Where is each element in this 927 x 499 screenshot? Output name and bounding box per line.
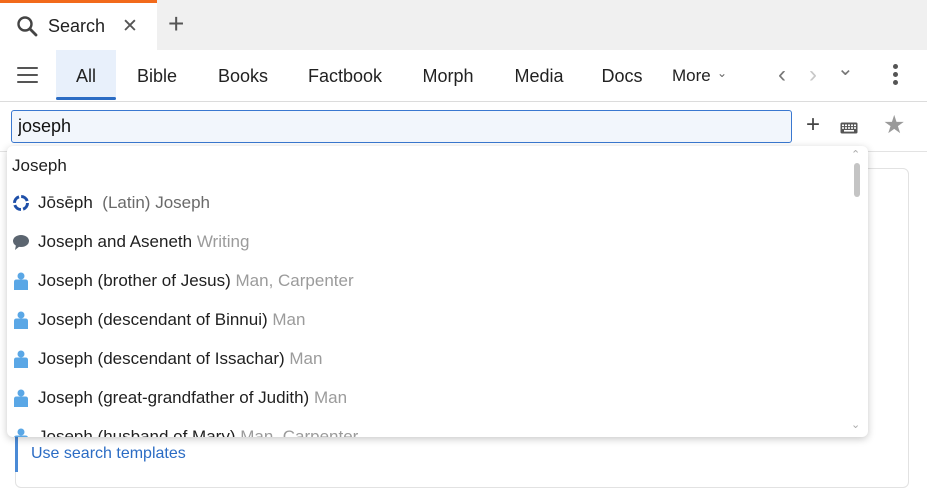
add-search-button[interactable]: + bbox=[806, 113, 820, 137]
person-icon bbox=[14, 311, 28, 329]
person-icon bbox=[14, 272, 28, 290]
tab-media[interactable]: Media bbox=[506, 50, 572, 100]
star-icon[interactable]: ★ bbox=[883, 112, 905, 138]
scrollbar-thumb[interactable] bbox=[854, 163, 860, 197]
search-icon bbox=[17, 16, 38, 37]
search-row: + ★ bbox=[0, 102, 927, 152]
forward-arrow-icon[interactable]: › bbox=[809, 62, 817, 88]
scroll-up-icon[interactable]: ⌃ bbox=[851, 148, 860, 161]
suggestion-meta: Man bbox=[313, 388, 348, 407]
new-tab-button[interactable]: + bbox=[168, 10, 184, 38]
suggestion-title: Joseph (descendant of Issachar) bbox=[38, 349, 285, 368]
tab-label: Search bbox=[48, 16, 106, 36]
person-icon bbox=[14, 389, 28, 407]
scroll-down-icon[interactable]: ⌄ bbox=[851, 418, 860, 431]
autocomplete-dropdown: Joseph Jōsēph (Latin) Joseph Joseph and … bbox=[7, 146, 868, 437]
list-item[interactable]: Joseph and Aseneth Writing bbox=[7, 222, 847, 261]
suggestion-title: Jōsēph bbox=[38, 193, 93, 212]
list-item[interactable]: Joseph (great-grandfather of Judith) Man bbox=[7, 378, 847, 417]
menu-icon[interactable] bbox=[17, 67, 38, 88]
more-options-icon[interactable] bbox=[893, 64, 899, 88]
tab-docs[interactable]: Docs bbox=[594, 50, 650, 100]
tab-all[interactable]: All bbox=[56, 50, 116, 100]
suggestion-meta: Man, Carpenter bbox=[235, 271, 354, 290]
suggestion-meta: Man bbox=[272, 310, 306, 329]
keyboard-icon[interactable] bbox=[840, 122, 858, 134]
list-item[interactable]: Joseph (descendant of Issachar) Man bbox=[7, 339, 847, 378]
latin-lexicon-icon bbox=[13, 195, 29, 211]
person-icon bbox=[14, 428, 28, 437]
more-menu[interactable]: More bbox=[672, 50, 711, 102]
list-item[interactable]: Joseph (brother of Jesus) Man, Carpenter bbox=[7, 261, 847, 300]
tab-bible[interactable]: Bible bbox=[128, 50, 186, 100]
history-dropdown-icon[interactable]: ⌄ bbox=[837, 56, 854, 82]
suggestion-title: Joseph bbox=[12, 156, 67, 175]
suggestion-meta: Writing bbox=[196, 232, 250, 251]
suggestion-header[interactable]: Joseph bbox=[7, 146, 847, 185]
search-input[interactable] bbox=[11, 110, 792, 143]
tab-search[interactable]: Search ✕ bbox=[0, 0, 157, 50]
tab-morph[interactable]: Morph bbox=[414, 50, 482, 100]
suggestion-meta: Man, Carpenter bbox=[240, 427, 359, 437]
suggestion-meta: Man bbox=[289, 349, 323, 368]
tab-factbook[interactable]: Factbook bbox=[298, 50, 392, 100]
suggestion-title: Joseph (brother of Jesus) bbox=[38, 271, 231, 290]
suggestion-meta: (Latin) Joseph bbox=[102, 193, 211, 212]
search-templates-link[interactable]: Use search templates bbox=[15, 436, 186, 472]
person-icon bbox=[14, 350, 28, 368]
chevron-down-icon: ⌄ bbox=[717, 66, 728, 80]
tab-books[interactable]: Books bbox=[210, 50, 276, 100]
suggestion-title: Joseph (great-grandfather of Judith) bbox=[38, 388, 310, 407]
suggestion-title: Joseph (husband of Mary) bbox=[38, 427, 236, 437]
list-item[interactable]: Joseph (descendant of Binnui) Man bbox=[7, 300, 847, 339]
back-arrow-icon[interactable]: ‹ bbox=[778, 62, 786, 88]
suggestion-title: Joseph (descendant of Binnui) bbox=[38, 310, 268, 329]
list-item[interactable]: Joseph (husband of Mary) Man, Carpenter bbox=[7, 417, 847, 437]
close-icon[interactable]: ✕ bbox=[122, 16, 138, 38]
tab-strip: Search ✕ + bbox=[0, 0, 927, 50]
list-item[interactable]: Jōsēph (Latin) Joseph bbox=[7, 183, 847, 222]
search-type-bar: All Bible Books Factbook Morph Media Doc… bbox=[0, 50, 927, 102]
speech-bubble-icon bbox=[13, 235, 29, 250]
suggestion-title: Joseph and Aseneth bbox=[38, 232, 193, 251]
